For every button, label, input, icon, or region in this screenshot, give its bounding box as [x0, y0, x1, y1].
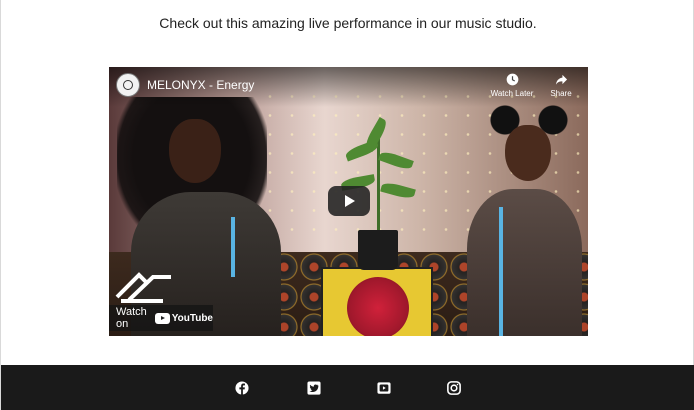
watch-on-label: Watch on [116, 306, 147, 330]
facebook-icon[interactable] [235, 381, 249, 395]
youtube-icon[interactable] [377, 381, 391, 395]
footer [1, 365, 694, 410]
twitter-icon[interactable] [307, 381, 321, 395]
plant-pot [358, 230, 398, 270]
watch-later-label: Watch Later [490, 89, 534, 98]
singer-right [449, 97, 588, 336]
instagram-icon[interactable] [447, 381, 461, 395]
share-label: Share [550, 89, 572, 98]
watch-on-youtube-button[interactable]: Watch on YouTube [109, 305, 213, 331]
share-button[interactable]: Share [538, 73, 584, 98]
watch-later-button[interactable]: Watch Later [489, 73, 535, 98]
share-icon [555, 74, 567, 85]
page: Check out this amazing live performance … [0, 0, 694, 410]
video-title[interactable]: MELONYX - Energy [147, 78, 254, 92]
speaker-prop [321, 267, 433, 336]
channel-avatar[interactable] [116, 73, 140, 97]
youtube-wordmark: YouTube [171, 312, 213, 324]
channel-logo-watermark [115, 272, 171, 303]
play-button[interactable] [328, 186, 370, 216]
youtube-play-icon [154, 312, 170, 324]
intro-text: Check out this amazing live performance … [159, 15, 537, 31]
youtube-logo: YouTube [154, 312, 213, 324]
clock-icon [506, 73, 518, 86]
video-player[interactable]: MELONYX - Energy Watch Later Share Watch… [109, 67, 588, 336]
